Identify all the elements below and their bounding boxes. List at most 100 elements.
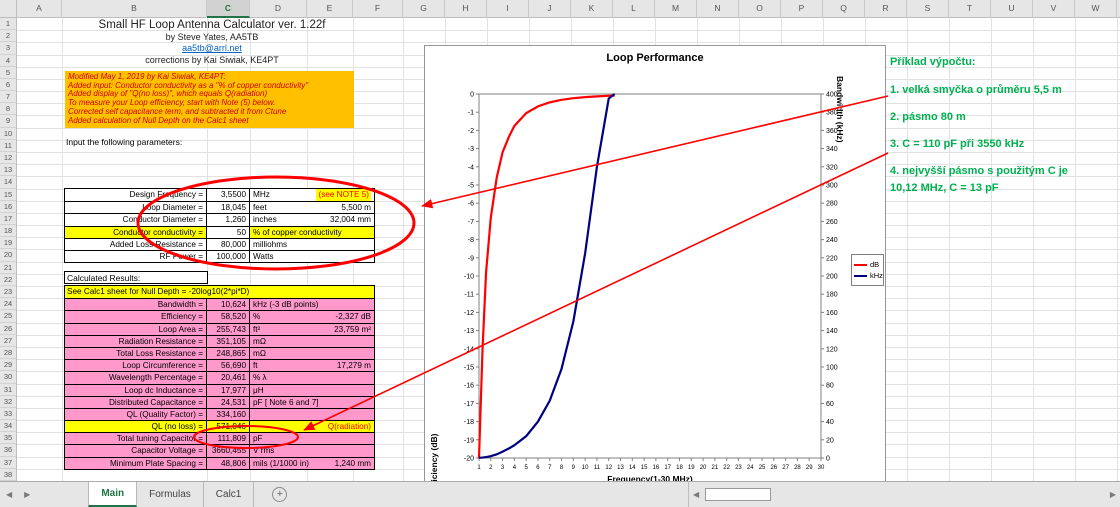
- row-header-11[interactable]: 11: [0, 140, 16, 152]
- column-header-S[interactable]: S: [907, 0, 949, 18]
- result-unit-cell[interactable]: mils (1/1000 in)1,240 mm: [250, 458, 374, 469]
- result-value[interactable]: 255,743: [207, 324, 250, 335]
- column-header-C[interactable]: C: [207, 0, 250, 18]
- column-header-P[interactable]: P: [781, 0, 823, 18]
- row-header-7[interactable]: 7: [0, 91, 16, 103]
- input-unit-cell[interactable]: milliohms: [250, 239, 374, 250]
- table-row[interactable]: Wavelength Percentage = 20,461 % λ: [65, 371, 374, 383]
- row-header-1[interactable]: 1: [0, 18, 16, 30]
- row-header-34[interactable]: 34: [0, 420, 16, 432]
- input-unit-cell[interactable]: Watts: [250, 251, 374, 262]
- row-header-19[interactable]: 19: [0, 237, 16, 249]
- tab-main[interactable]: Main: [88, 482, 137, 507]
- result-unit-cell[interactable]: % λ: [250, 372, 374, 383]
- column-header-T[interactable]: T: [949, 0, 991, 18]
- result-value[interactable]: 20,461: [207, 372, 250, 383]
- row-header-14[interactable]: 14: [0, 176, 16, 188]
- column-header-E[interactable]: E: [307, 0, 353, 18]
- table-row[interactable]: Loop Diameter = 18,045 feet5,500 m: [65, 201, 374, 213]
- row-header-15[interactable]: 15: [0, 189, 16, 201]
- result-value[interactable]: 3660,455: [207, 445, 250, 456]
- result-label[interactable]: Capacitor Voltage =: [65, 445, 207, 456]
- row-header-32[interactable]: 32: [0, 396, 16, 408]
- result-value[interactable]: 10,624: [207, 299, 250, 310]
- row-header-21[interactable]: 21: [0, 262, 16, 274]
- input-label[interactable]: Conductor Diameter =: [65, 214, 207, 225]
- row-header-20[interactable]: 20: [0, 249, 16, 261]
- row-header-35[interactable]: 35: [0, 432, 16, 444]
- result-label[interactable]: Minimum Plate Spacing =: [65, 458, 207, 469]
- result-label[interactable]: Loop Area =: [65, 324, 207, 335]
- row-header-30[interactable]: 30: [0, 371, 16, 383]
- result-label[interactable]: Distributed Capacitance =: [65, 397, 207, 408]
- input-value[interactable]: 1,260: [207, 214, 250, 225]
- sheet-nav-next-icon[interactable]: ▶: [18, 490, 36, 499]
- table-row[interactable]: Loop dc Inductance = 17,977 μH: [65, 384, 374, 396]
- table-row[interactable]: Conductor Diameter = 1,260 inches32,004 …: [65, 213, 374, 225]
- column-header-F[interactable]: F: [353, 0, 403, 18]
- column-header-O[interactable]: O: [739, 0, 781, 18]
- result-unit-cell[interactable]: mΩ: [250, 348, 374, 359]
- row-header-28[interactable]: 28: [0, 347, 16, 359]
- row-header-16[interactable]: 16: [0, 201, 16, 213]
- input-value[interactable]: 50: [207, 227, 250, 238]
- row-header-25[interactable]: 25: [0, 310, 16, 322]
- result-unit-cell[interactable]: %-2,327 dB: [250, 311, 374, 322]
- loop-performance-chart[interactable]: 0-1-2-3-4-5-6-7-8-9-10-11-12-13-14-15-16…: [424, 45, 886, 492]
- result-value[interactable]: 17,977: [207, 385, 250, 396]
- row-header-4[interactable]: 4: [0, 55, 16, 67]
- table-row[interactable]: Loop Circumference = 56,690 ft17,279 m: [65, 359, 374, 371]
- result-unit-cell[interactable]: kHz (-3 dB points): [250, 299, 374, 310]
- row-header-29[interactable]: 29: [0, 359, 16, 371]
- row-header-24[interactable]: 24: [0, 298, 16, 310]
- result-value[interactable]: 56,690: [207, 360, 250, 371]
- column-header-R[interactable]: R: [865, 0, 907, 18]
- result-label[interactable]: Bandwidth =: [65, 299, 207, 310]
- column-header-U[interactable]: U: [991, 0, 1033, 18]
- input-label[interactable]: Added Loss Resistance =: [65, 239, 207, 250]
- table-row[interactable]: Design Frequency = 3,5500 MHz(see NOTE 5…: [65, 189, 374, 201]
- sheet-nav-prev-icon[interactable]: ◀: [0, 490, 18, 499]
- input-unit-cell[interactable]: % of copper conductivity: [250, 227, 374, 238]
- result-value[interactable]: 334,160: [207, 409, 250, 420]
- input-label[interactable]: RF Power =: [65, 251, 207, 262]
- result-value[interactable]: 24,531: [207, 397, 250, 408]
- scrollbar-thumb[interactable]: [705, 488, 771, 501]
- result-label[interactable]: Loop Circumference =: [65, 360, 207, 371]
- input-unit-cell[interactable]: inches32,004 mm: [250, 214, 374, 225]
- result-label[interactable]: QL (Quality Factor) =: [65, 409, 207, 420]
- select-all-corner[interactable]: [0, 0, 17, 18]
- result-unit-cell[interactable]: [250, 409, 374, 420]
- result-label[interactable]: Wavelength Percentage =: [65, 372, 207, 383]
- result-unit-cell[interactable]: μH: [250, 385, 374, 396]
- row-header-31[interactable]: 31: [0, 384, 16, 396]
- row-header-33[interactable]: 33: [0, 408, 16, 420]
- column-header-A[interactable]: A: [17, 0, 62, 18]
- null-depth-formula-row[interactable]: See Calc1 sheet for Null Depth = -20log1…: [65, 286, 374, 298]
- column-header-L[interactable]: L: [613, 0, 655, 18]
- row-header-36[interactable]: 36: [0, 444, 16, 456]
- result-label[interactable]: Total tuning Capacitor =: [65, 433, 207, 444]
- table-row[interactable]: Bandwidth = 10,624 kHz (-3 dB points): [65, 298, 374, 310]
- row-header-3[interactable]: 3: [0, 42, 16, 54]
- column-header-J[interactable]: J: [529, 0, 571, 18]
- row-header-12[interactable]: 12: [0, 152, 16, 164]
- row-header-23[interactable]: 23: [0, 286, 16, 298]
- column-header-M[interactable]: M: [655, 0, 697, 18]
- input-unit-cell[interactable]: feet5,500 m: [250, 202, 374, 213]
- table-row[interactable]: Distributed Capacitance = 24,531 pF [ No…: [65, 396, 374, 408]
- result-unit-cell[interactable]: V rms: [250, 445, 374, 456]
- input-value[interactable]: 3,5500: [207, 189, 250, 201]
- row-header-5[interactable]: 5: [0, 67, 16, 79]
- input-label[interactable]: Loop Diameter =: [65, 202, 207, 213]
- result-value[interactable]: 111,809: [207, 433, 250, 444]
- result-label[interactable]: QL (no loss) =: [65, 421, 207, 432]
- row-header-9[interactable]: 9: [0, 115, 16, 127]
- column-header-D[interactable]: D: [250, 0, 307, 18]
- result-unit-cell[interactable]: ft²23,759 m²: [250, 324, 374, 335]
- scroll-right-icon[interactable]: ▶: [1106, 490, 1120, 499]
- table-row[interactable]: Minimum Plate Spacing = 48,806 mils (1/1…: [65, 457, 374, 469]
- column-header-W[interactable]: W: [1075, 0, 1117, 18]
- table-row[interactable]: RF Power = 100,000 Watts: [65, 250, 374, 262]
- column-header-K[interactable]: K: [571, 0, 613, 18]
